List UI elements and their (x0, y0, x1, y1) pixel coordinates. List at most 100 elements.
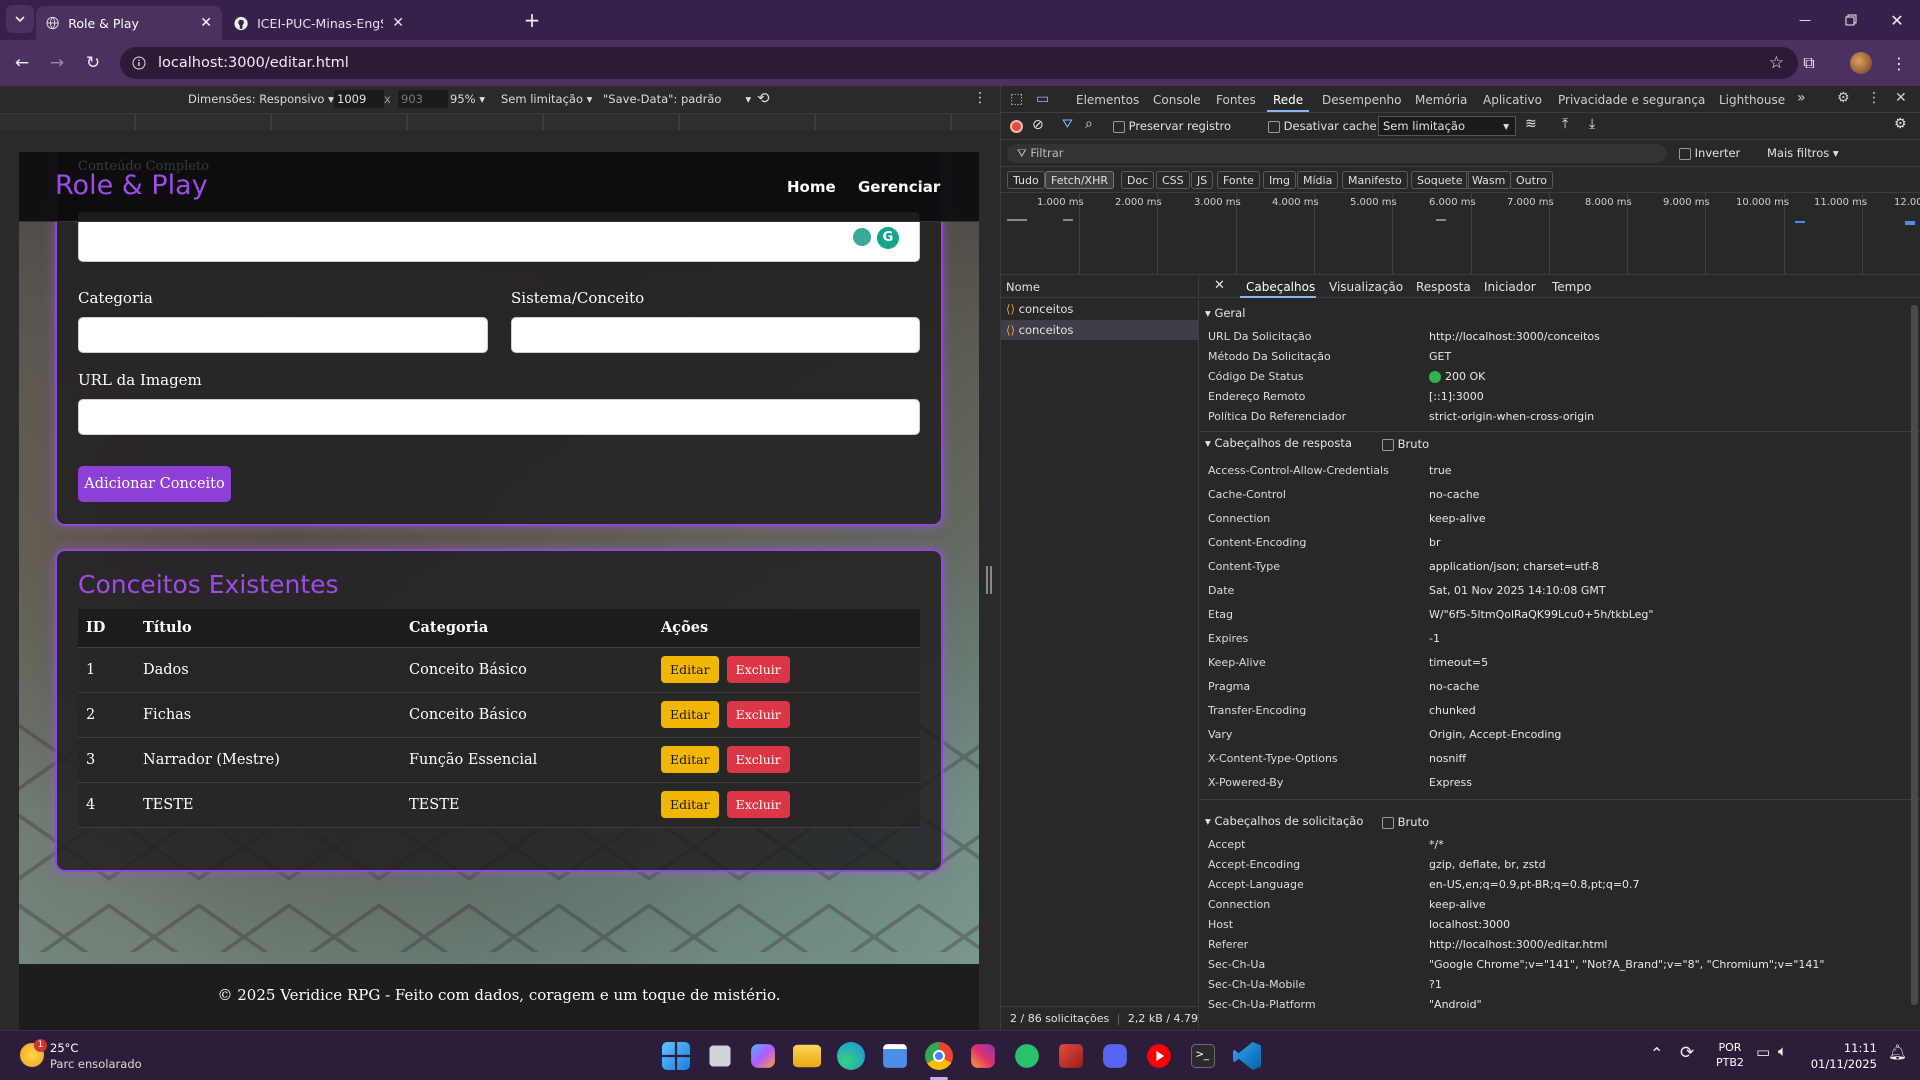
new-tab-icon[interactable]: + (517, 5, 547, 35)
nav-home-link[interactable]: Home (787, 178, 836, 196)
chip-tudo[interactable]: Tudo (1007, 171, 1045, 189)
delete-button[interactable]: Excluir (726, 791, 790, 818)
close-window-icon[interactable]: ✕ (1882, 5, 1912, 35)
chip-fetch-xhr[interactable]: Fetch/XHR (1045, 171, 1114, 189)
menu-kebab-icon[interactable]: ⋮ (1884, 48, 1914, 78)
tab-github[interactable]: ICEI-PUC-Minas-EngSoft-DIW/tia… ✕ (224, 6, 414, 40)
filter-funnel-icon[interactable]: ⛛ (1062, 117, 1073, 132)
export-har-icon[interactable]: ⤓ (1589, 116, 1595, 132)
viewport-resize-handle[interactable] (986, 566, 992, 594)
request-row-selected[interactable]: ⟨⟩ conceitos (1001, 320, 1199, 340)
tab-response[interactable]: Resposta (1416, 280, 1471, 294)
rotate-icon[interactable]: ⟲ (757, 89, 770, 107)
back-icon[interactable]: ← (7, 48, 37, 78)
device-toggle-icon[interactable]: ▭ (1036, 91, 1049, 107)
clock[interactable]: 11:11 01/11/2025 (1805, 1040, 1877, 1072)
close-tab-icon[interactable]: ✕ (392, 15, 404, 31)
edit-button[interactable]: Editar (661, 656, 719, 683)
add-concept-button[interactable]: Adicionar Conceito (78, 466, 231, 502)
chip-wasm[interactable]: Wasm (1466, 171, 1512, 189)
chrome-icon[interactable] (925, 1042, 953, 1070)
import-har-icon[interactable]: ⤒ (1562, 116, 1568, 132)
request-row[interactable]: ⟨⟩ conceitos (1001, 299, 1199, 319)
zoom-select[interactable]: 95% ▾ (450, 92, 485, 106)
close-details-icon[interactable]: ✕ (1214, 278, 1225, 293)
image-url-input[interactable] (78, 399, 920, 435)
width-input[interactable] (334, 90, 384, 108)
response-raw-checkbox[interactable]: Bruto (1382, 437, 1429, 451)
settings-gear-icon[interactable]: ⚙ (1837, 90, 1850, 106)
site-brand[interactable]: Role & Play (55, 170, 208, 201)
more-tabs-icon[interactable]: » (1797, 90, 1806, 106)
tab-search-icon[interactable] (6, 5, 34, 33)
site-info-icon[interactable] (132, 56, 146, 70)
response-headers-toggle[interactable]: ▾ Cabeçalhos de resposta (1205, 436, 1352, 450)
youtube-music-icon[interactable] (1147, 1044, 1171, 1068)
search-icon[interactable]: ⌕ (1085, 116, 1093, 132)
delete-button[interactable]: Excluir (726, 701, 790, 728)
tab-memoria[interactable]: Memória (1415, 93, 1467, 107)
instagram-icon[interactable] (971, 1044, 995, 1068)
restore-icon[interactable] (1836, 5, 1866, 35)
edit-button[interactable]: Editar (661, 701, 719, 728)
tab-fontes[interactable]: Fontes (1216, 93, 1256, 107)
file-explorer-icon[interactable] (793, 1044, 821, 1068)
height-input[interactable] (398, 90, 448, 108)
edit-button[interactable]: Editar (661, 791, 719, 818)
device-more-icon[interactable]: ⋮ (973, 90, 987, 106)
network-settings-icon[interactable]: ⚙ (1894, 116, 1907, 132)
wifi-conditions-icon[interactable]: ≋ (1525, 116, 1537, 132)
volume-icon[interactable]: 🔈︎ (1778, 1042, 1787, 1060)
details-scrollbar[interactable] (1911, 305, 1918, 1005)
chip-js[interactable]: JS (1191, 171, 1214, 189)
profile-avatar[interactable] (1846, 48, 1876, 78)
invert-checkbox[interactable]: Inverter (1679, 146, 1740, 160)
disable-cache-checkbox[interactable]: Desativar cache (1268, 119, 1377, 133)
terminal-icon[interactable]: >_ (1191, 1044, 1215, 1068)
more-filters-select[interactable]: Mais filtros ▾ (1767, 146, 1839, 160)
preserve-log-checkbox[interactable]: Preservar registro (1113, 119, 1231, 133)
tab-privacidade[interactable]: Privacidade e segurança (1558, 93, 1705, 107)
forward-icon[interactable]: → (42, 48, 72, 78)
inspect-icon[interactable]: ⬚ (1010, 91, 1023, 107)
task-view-icon[interactable] (709, 1045, 731, 1067)
tab-preview[interactable]: Visualização (1329, 280, 1403, 294)
tab-aplicativo[interactable]: Aplicativo (1483, 93, 1542, 107)
grammarly-icon[interactable]: G (877, 227, 899, 249)
tab-initiator[interactable]: Iniciador (1484, 280, 1536, 294)
weather-widget[interactable]: 1 25°C Parc ensolarado (18, 1039, 148, 1073)
chip-doc[interactable]: Doc (1121, 171, 1155, 189)
discord-icon[interactable] (1103, 1044, 1127, 1068)
nav-manage-link[interactable]: Gerenciar (858, 178, 940, 196)
tab-headers[interactable]: Cabeçalhos (1246, 280, 1315, 294)
tab-console[interactable]: Console (1153, 93, 1201, 107)
chip-fonte[interactable]: Fonte (1217, 171, 1260, 189)
display-icon[interactable]: ▭ (1756, 1043, 1770, 1061)
notification-bell-icon[interactable]: 🔔︎ (1888, 1043, 1907, 1061)
copilot-icon[interactable] (751, 1044, 775, 1068)
network-throttle-select[interactable]: Sem limitação ▾ (1378, 116, 1516, 136)
devtools-menu-icon[interactable]: ⋮ (1867, 90, 1881, 106)
record-icon[interactable] (1010, 120, 1023, 133)
store-icon[interactable] (883, 1044, 907, 1068)
vscode-icon[interactable] (1233, 1042, 1261, 1070)
general-section-toggle[interactable]: ▾ Geral (1205, 306, 1245, 320)
close-tab-icon[interactable]: ✕ (200, 15, 212, 31)
whatsapp-icon[interactable] (1015, 1044, 1039, 1068)
delete-button[interactable]: Excluir (726, 656, 790, 683)
clear-icon[interactable]: ⊘ (1032, 117, 1044, 133)
request-headers-toggle[interactable]: ▾ Cabeçalhos de solicitação (1205, 814, 1363, 828)
save-data-select[interactable]: "Save-Data": padrão ▾ (603, 92, 751, 106)
close-devtools-icon[interactable]: ✕ (1895, 90, 1907, 106)
network-overview-timeline[interactable]: 1.000 ms 2.000 ms 3.000 ms 4.000 ms 5.00… (1001, 193, 1920, 275)
start-windows-icon[interactable] (662, 1042, 690, 1070)
edge-icon[interactable] (837, 1042, 865, 1070)
dimensions-select[interactable]: Dimensões: Responsivo ▾ (188, 92, 334, 106)
tab-rede[interactable]: Rede (1273, 93, 1303, 107)
tab-role-play[interactable]: Role & Play ✕ (36, 6, 222, 40)
extensions-icon[interactable]: ⧉ (1794, 48, 1824, 78)
filter-input[interactable]: ⛛ Filtrar (1007, 144, 1667, 163)
category-input[interactable] (78, 317, 488, 353)
tab-lighthouse[interactable]: Lighthouse (1719, 93, 1785, 107)
tab-desempenho[interactable]: Desempenho (1322, 93, 1402, 107)
